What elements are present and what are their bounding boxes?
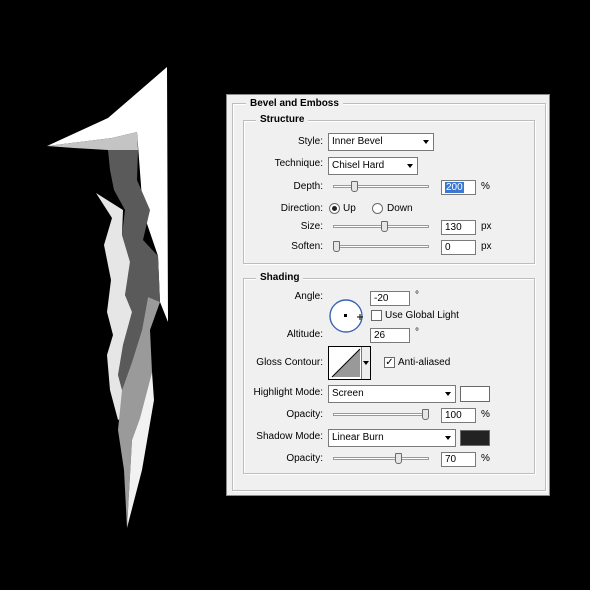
direction-up-label: Up: [343, 203, 356, 214]
shadow-opacity-thumb[interactable]: [395, 453, 403, 464]
highlight-mode-value: Screen: [332, 388, 364, 399]
depth-input[interactable]: 200: [441, 180, 476, 195]
direction-label: Direction:: [280, 203, 323, 214]
shadow-opacity-unit: %: [481, 453, 490, 464]
use-global-light-label: Use Global Light: [385, 310, 459, 321]
size-input[interactable]: 130: [441, 220, 476, 235]
highlight-color-swatch[interactable]: [460, 386, 490, 402]
angle-unit: °: [415, 290, 419, 301]
shadow-opacity-value: 70: [445, 454, 457, 465]
chevron-down-icon: [423, 140, 429, 144]
shadow-mode-label: Shadow Mode:: [256, 431, 323, 442]
contour-preview-icon: [331, 348, 361, 378]
highlight-opacity-label: Opacity:: [286, 409, 323, 420]
style-label: Style:: [297, 136, 323, 147]
highlight-opacity-input[interactable]: 100: [441, 408, 476, 423]
chevron-down-icon: [363, 361, 369, 365]
soften-slider-thumb[interactable]: [333, 241, 340, 252]
shadow-mode-value: Linear Burn: [332, 432, 384, 443]
soften-slider-track[interactable]: [333, 245, 429, 248]
angle-input[interactable]: -20: [370, 291, 410, 306]
shadow-color-swatch[interactable]: [460, 430, 490, 446]
contour-dropdown-toggle[interactable]: [361, 347, 370, 379]
use-global-light-checkbox[interactable]: [371, 310, 382, 321]
highlight-opacity-unit: %: [481, 409, 490, 420]
altitude-label: Altitude:: [286, 329, 323, 340]
style-select[interactable]: Inner Bevel: [328, 133, 434, 151]
panel-title: Bevel and Emboss: [246, 98, 343, 110]
gloss-contour-picker[interactable]: [328, 346, 371, 380]
highlight-opacity-track[interactable]: [333, 413, 429, 416]
depth-label: Depth:: [293, 181, 323, 192]
technique-label: Technique:: [274, 158, 323, 169]
shading-legend: Shading: [256, 272, 304, 284]
soften-input[interactable]: 0: [441, 240, 476, 255]
angle-value: -20: [374, 293, 389, 304]
shadow-opacity-label: Opacity:: [286, 453, 323, 464]
chevron-down-icon: [445, 392, 451, 396]
altitude-input[interactable]: 26: [370, 328, 410, 343]
highlight-opacity-value: 100: [445, 410, 462, 421]
direction-up-radio[interactable]: [329, 203, 340, 214]
depth-slider-thumb[interactable]: [350, 181, 358, 192]
depth-slider-track[interactable]: [333, 185, 429, 188]
size-value: 130: [445, 222, 462, 233]
size-unit: px: [481, 221, 492, 232]
altitude-value: 26: [374, 330, 386, 341]
depth-value: 200: [445, 182, 464, 193]
style-value: Inner Bevel: [332, 136, 383, 147]
highlight-mode-label: Highlight Mode:: [253, 387, 323, 398]
gloss-contour-label: Gloss Contour:: [256, 357, 323, 368]
size-slider-thumb[interactable]: [381, 221, 389, 232]
soften-label: Soften:: [291, 241, 323, 252]
direction-down-radio[interactable]: [372, 203, 383, 214]
altitude-unit: °: [415, 327, 419, 338]
direction-down-label: Down: [387, 203, 413, 214]
highlight-opacity-thumb[interactable]: [422, 409, 429, 420]
depth-unit: %: [481, 181, 490, 192]
soften-value: 0: [445, 242, 451, 253]
shadow-opacity-track[interactable]: [333, 457, 429, 460]
anti-aliased-label: Anti-aliased: [398, 357, 451, 368]
bevel-emboss-panel: Bevel and Emboss Structure Style: Inner …: [226, 94, 550, 496]
chevron-down-icon: [407, 164, 413, 168]
structure-legend: Structure: [256, 114, 309, 126]
highlight-mode-select[interactable]: Screen: [328, 385, 456, 403]
size-label: Size:: [300, 221, 323, 232]
soften-unit: px: [481, 241, 492, 252]
anti-aliased-checkbox[interactable]: ✓: [384, 357, 395, 368]
technique-select[interactable]: Chisel Hard: [328, 157, 418, 175]
shadow-opacity-input[interactable]: 70: [441, 452, 476, 467]
angle-label: Angle:: [294, 291, 323, 302]
shadow-mode-select[interactable]: Linear Burn: [328, 429, 456, 447]
technique-value: Chisel Hard: [332, 160, 385, 171]
angle-dial[interactable]: [328, 298, 364, 334]
chevron-down-icon: [445, 436, 451, 440]
